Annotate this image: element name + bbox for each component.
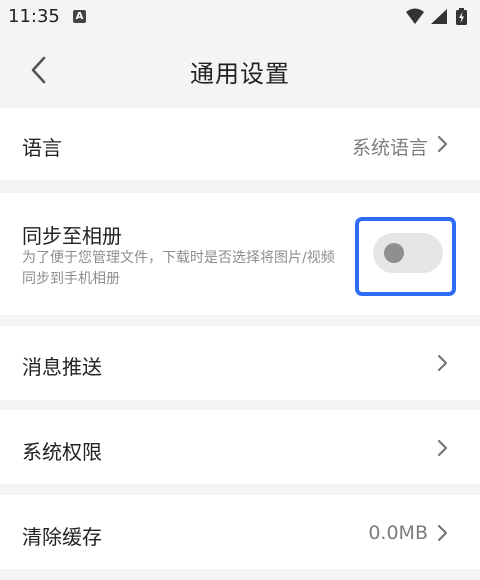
settings-row-permissions[interactable]: 系统权限 xyxy=(0,410,480,484)
language-value: 系统语言 xyxy=(351,137,428,159)
battery-charging-icon xyxy=(456,8,467,25)
toggle-knob xyxy=(384,243,404,263)
page-title: 通用设置 xyxy=(190,60,290,88)
app-header: 通用设置 xyxy=(0,34,480,106)
sync-album-label: 同步至相册 xyxy=(22,224,122,248)
push-label: 消息推送 xyxy=(22,355,102,379)
settings-row-clear-cache[interactable]: 清除缓存 0.0MB xyxy=(0,495,480,569)
cell-signal-icon xyxy=(431,9,447,24)
chevron-right-icon xyxy=(437,439,448,457)
settings-row-language[interactable]: 语言 系统语言 xyxy=(0,108,480,180)
sync-album-description: 为了便于您管理文件，下载时是否选择将图片/视频同步到手机相册 xyxy=(22,250,335,287)
cache-size-value: 0.0MB xyxy=(368,522,428,544)
settings-row-sync-album: 同步至相册 为了便于您管理文件，下载时是否选择将图片/视频同步到手机相册 xyxy=(0,193,480,315)
status-time: 11:35 xyxy=(8,6,60,27)
system-icons xyxy=(404,7,472,27)
sync-album-toggle[interactable] xyxy=(373,233,443,273)
chevron-right-icon xyxy=(437,135,448,153)
notification-app-icon: A xyxy=(73,10,86,23)
language-label: 语言 xyxy=(22,136,62,160)
clear-cache-label: 清除缓存 xyxy=(22,525,102,549)
chevron-right-icon xyxy=(437,524,448,542)
chevron-right-icon xyxy=(437,354,448,372)
permissions-label: 系统权限 xyxy=(22,440,102,464)
wifi-icon xyxy=(406,8,424,24)
status-bar: 11:35 A xyxy=(0,0,480,34)
settings-row-push[interactable]: 消息推送 xyxy=(0,326,480,400)
